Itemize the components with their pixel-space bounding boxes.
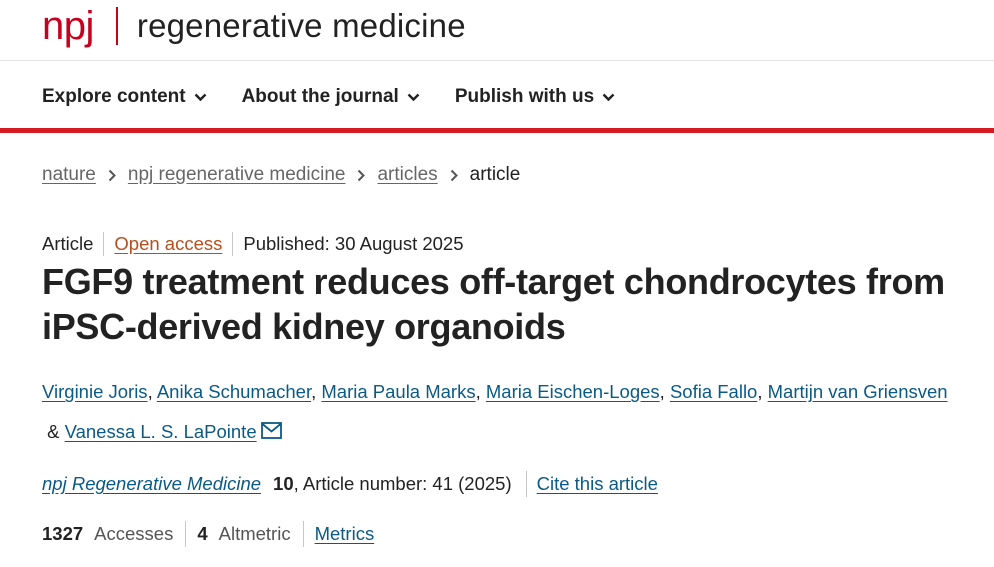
article-type: Article	[42, 233, 94, 254]
citation-line: npj Regenerative Medicine 10 , Article n…	[42, 470, 658, 498]
accesses-count: 1327	[42, 523, 84, 544]
article-title: FGF9 treatment reduces off-target chondr…	[42, 261, 945, 347]
author-link[interactable]: Vanessa L. S. LaPointe	[65, 421, 257, 442]
journal-title: regenerative medicine	[136, 7, 466, 44]
nav-item-label: About the journal	[241, 86, 399, 107]
article-metrics: 1327 Accesses 4 Altmetric Metrics	[42, 520, 374, 548]
open-access-link[interactable]: Open access	[114, 233, 222, 255]
metrics-link[interactable]: Metrics	[315, 523, 375, 545]
volume-number: 10	[273, 473, 294, 494]
breadcrumb-nature[interactable]: nature	[42, 164, 96, 186]
envelope-icon[interactable]	[260, 413, 282, 453]
breadcrumb-current: article	[469, 164, 521, 185]
chevron-down-icon	[407, 93, 420, 101]
author-link[interactable]: Anika Schumacher	[157, 381, 311, 402]
altmetric-count: 4	[197, 523, 208, 544]
chevron-down-icon	[194, 93, 206, 101]
metrics-divider	[302, 521, 304, 547]
meta-divider	[103, 232, 105, 256]
author-link[interactable]: Maria Eischen-Loges	[486, 381, 660, 402]
meta-divider	[232, 232, 234, 256]
logo-divider	[115, 7, 118, 45]
author-separator: ,	[659, 381, 670, 402]
cite-this-article-link[interactable]: Cite this article	[537, 473, 658, 495]
metrics-divider	[185, 521, 187, 547]
author-link[interactable]: Sofia Fallo	[670, 381, 757, 402]
chevron-right-icon	[450, 169, 458, 182]
nav-publish-with-us[interactable]: Publish with us	[455, 86, 615, 108]
author-link[interactable]: Maria Paula Marks	[321, 381, 475, 402]
npj-logo-text: npj	[42, 4, 94, 48]
nav-explore-content[interactable]: Explore content	[42, 86, 207, 108]
chevron-down-icon	[602, 93, 615, 101]
breadcrumb-articles[interactable]: articles	[377, 164, 437, 186]
breadcrumb-journal[interactable]: npj regenerative medicine	[128, 164, 346, 186]
nav-item-label: Publish with us	[454, 86, 595, 107]
article-number: , Article number: 41 (2025)	[293, 473, 512, 494]
author-list: Virginie Joris, Anika Schumacher, Maria …	[42, 372, 952, 453]
article-meta: Article Open access Published: 30 August…	[42, 231, 464, 257]
journal-logo[interactable]: npj regenerative medicine	[42, 6, 466, 46]
altmetric-label: Altmetric	[218, 523, 291, 544]
author-link[interactable]: Virginie Joris	[42, 381, 148, 402]
main-nav: Explore content About the journal Publis…	[42, 82, 650, 112]
journal-name-link[interactable]: npj Regenerative Medicine	[42, 473, 261, 495]
chevron-right-icon	[108, 169, 116, 182]
citation-divider	[525, 471, 527, 497]
nav-about-the-journal[interactable]: About the journal	[242, 86, 420, 108]
author-link[interactable]: Martijn van Griensven	[768, 381, 948, 402]
author-separator: ,	[475, 381, 486, 402]
author-separator: ,	[311, 381, 322, 402]
nav-accent-bar	[0, 128, 994, 133]
author-joiner: &	[42, 421, 65, 442]
published-date: Published: 30 August 2025	[243, 233, 464, 254]
accesses-label: Accesses	[94, 523, 174, 544]
header-divider	[0, 60, 994, 61]
author-separator: ,	[757, 381, 768, 402]
breadcrumb: nature npj regenerative medicine article…	[42, 162, 520, 188]
author-separator: ,	[147, 381, 157, 402]
nav-item-label: Explore content	[42, 86, 186, 107]
chevron-right-icon	[357, 169, 366, 182]
